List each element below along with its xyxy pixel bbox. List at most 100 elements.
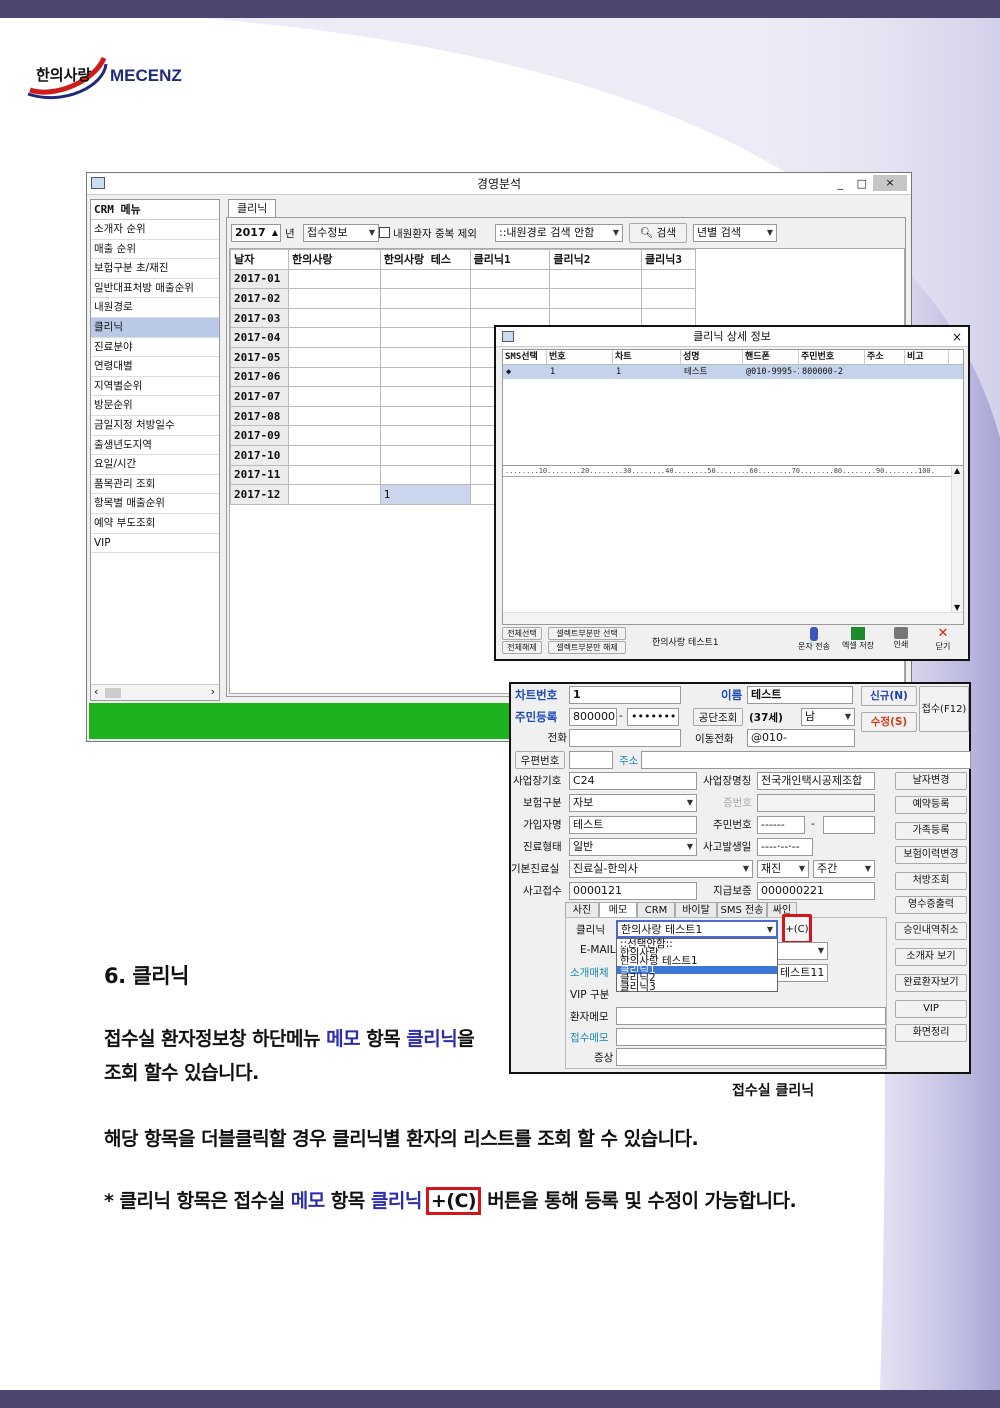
value-cell[interactable] <box>379 346 471 368</box>
crm-menu-item[interactable]: 금일지정 처방일수 <box>91 416 219 436</box>
rrn-second-field[interactable]: ••••••• <box>627 708 679 726</box>
clinic-tab[interactable]: 클리닉 <box>228 199 277 217</box>
member-field[interactable]: 테스트 <box>569 816 697 834</box>
table-row[interactable]: 2017-01 <box>230 268 696 290</box>
referral-label[interactable]: 소개매체 <box>570 965 609 980</box>
crm-menu-item[interactable]: 매출 순위 <box>91 240 219 260</box>
crm-menu-item[interactable]: 항목별 매출순위 <box>91 494 219 514</box>
detail-column-header[interactable]: 주소 <box>865 350 905 364</box>
date-cell[interactable]: 2017-07 <box>230 386 289 407</box>
deselect-all-button[interactable]: 전체해제 <box>502 641 542 654</box>
clinic-select[interactable]: 한의사랑 테스트1 ▼ <box>616 920 778 938</box>
value-cell[interactable] <box>549 288 643 309</box>
crm-menu-item[interactable]: 연령대별 <box>91 357 219 377</box>
detail-column-header[interactable]: 성명 <box>681 350 743 364</box>
table-row[interactable]: 2017-02 <box>230 288 696 309</box>
crm-menu-item[interactable]: 예약 부도조회 <box>91 514 219 534</box>
value-cell[interactable]: 1 <box>379 484 471 505</box>
crm-menu-item[interactable]: 일반대표처방 매출순위 <box>91 279 219 299</box>
clinic-option[interactable]: 클리닉3 <box>617 982 777 992</box>
value-cell[interactable] <box>287 268 381 290</box>
detail-cell[interactable] <box>905 365 949 379</box>
search-button[interactable]: 🔍︎ 검색 <box>629 223 687 243</box>
value-cell[interactable] <box>379 288 471 309</box>
time-select[interactable]: 주간 ▼ <box>813 860 875 878</box>
memo-area[interactable]: ........10........20........30........40… <box>502 465 964 625</box>
value-cell[interactable] <box>287 484 381 505</box>
crm-menu-item[interactable]: 보험구분 초/재진 <box>91 259 219 279</box>
scroll-up-icon[interactable]: ▲ <box>954 466 960 475</box>
value-cell[interactable] <box>549 268 643 290</box>
column-header[interactable]: 한의사랑 <box>287 249 381 270</box>
scroll-thumb[interactable] <box>105 688 121 698</box>
detail-close-icon[interactable]: × <box>952 327 962 347</box>
gongdan-button[interactable]: 공단조회 <box>693 708 743 726</box>
crm-menu-item[interactable]: 진료분야 <box>91 338 219 358</box>
name-field[interactable]: 테스트 <box>747 686 853 704</box>
value-cell[interactable] <box>379 464 471 486</box>
mobile-field[interactable]: @010- <box>747 729 855 747</box>
side-button[interactable]: 가족등록 <box>895 822 967 840</box>
insurance-select[interactable]: 자보 ▼ <box>569 794 697 812</box>
detail-column-header[interactable]: 주민번호 <box>799 350 865 364</box>
acc-no-field[interactable]: 0000121 <box>569 882 697 900</box>
side-button[interactable]: 완료환자보기 <box>895 974 967 992</box>
minimize-icon[interactable]: _ <box>838 173 844 195</box>
add-clinic-button[interactable]: +(C) <box>782 914 812 944</box>
zip-button[interactable]: 우편번호 <box>515 751 565 769</box>
close-button[interactable]: ✕ 닫기 <box>928 627 958 652</box>
crm-menu-item[interactable]: 클리닉 <box>91 317 219 338</box>
guarantee-field[interactable]: 000000221 <box>757 882 875 900</box>
detail-column-header[interactable]: 번호 <box>547 350 613 364</box>
column-header[interactable]: 클리닉2 <box>549 249 643 270</box>
value-cell[interactable] <box>641 288 696 309</box>
date-cell[interactable]: 2017-01 <box>230 268 289 290</box>
value-cell[interactable] <box>287 366 381 388</box>
patient-memo-field[interactable] <box>616 1007 886 1025</box>
select-all-button[interactable]: 전체선택 <box>502 627 542 640</box>
side-button[interactable]: VIP <box>895 1000 967 1018</box>
side-button[interactable]: 예약등록 <box>895 796 967 814</box>
print-button[interactable]: 인쇄 <box>886 627 916 650</box>
new-button[interactable]: 신규(N) <box>861 686 917 706</box>
date-cell[interactable]: 2017-09 <box>230 425 289 446</box>
room-select[interactable]: 진료실-한의사 ▼ <box>569 860 753 878</box>
column-header[interactable]: 클리닉1 <box>469 249 551 270</box>
visit-select[interactable]: 재진 ▼ <box>757 860 809 878</box>
symptom-field[interactable] <box>616 1048 886 1066</box>
date-cell[interactable]: 2017-02 <box>230 288 289 309</box>
detail-cell[interactable]: 테스트 <box>681 365 743 379</box>
crm-menu-item[interactable]: 방문순위 <box>91 396 219 416</box>
value-cell[interactable] <box>287 327 381 348</box>
value-cell[interactable] <box>379 425 471 446</box>
value-cell[interactable] <box>287 288 381 309</box>
crm-menu-item[interactable]: VIP <box>91 534 219 554</box>
side-button[interactable]: 보험이력변경 <box>895 846 967 864</box>
detail-cell[interactable]: 1 <box>547 365 613 379</box>
reception-tab[interactable]: SMS 전송 <box>717 902 767 918</box>
email-domain-select[interactable]: ▼ <box>776 942 828 960</box>
rrn-first-field[interactable]: 800000 <box>569 708 617 726</box>
referral-field[interactable]: 테스트11 <box>776 964 828 982</box>
detail-cell[interactable]: 1 <box>613 365 681 379</box>
date-cell[interactable]: 2017-12 <box>230 484 289 505</box>
value-cell[interactable] <box>379 307 471 329</box>
value-cell[interactable] <box>287 307 381 329</box>
detail-cell[interactable]: @010-9995-16 <box>743 365 799 379</box>
crm-menu-item[interactable]: 요일/시간 <box>91 455 219 475</box>
side-button[interactable]: 영수증출력 <box>895 896 967 914</box>
dedup-checkbox[interactable] <box>379 227 390 238</box>
date-cell[interactable]: 2017-10 <box>230 444 289 466</box>
year-spinner[interactable]: 2017 ▲ <box>231 224 281 242</box>
crm-menu-item[interactable]: 지역별순위 <box>91 377 219 397</box>
side-button[interactable]: 처방조회 <box>895 872 967 890</box>
column-header[interactable]: 날자 <box>230 249 289 270</box>
filter-select[interactable]: 접수정보 ▼ <box>303 224 379 242</box>
value-cell[interactable] <box>379 327 471 348</box>
zip-field[interactable] <box>569 751 613 769</box>
member-rrn-field2[interactable] <box>823 816 875 834</box>
crm-menu-item[interactable]: 출생년도지역 <box>91 436 219 456</box>
date-cell[interactable]: 2017-06 <box>230 366 289 388</box>
scroll-left-icon[interactable]: ‹ <box>94 685 98 698</box>
biz-code-field[interactable]: C24 <box>569 772 697 790</box>
